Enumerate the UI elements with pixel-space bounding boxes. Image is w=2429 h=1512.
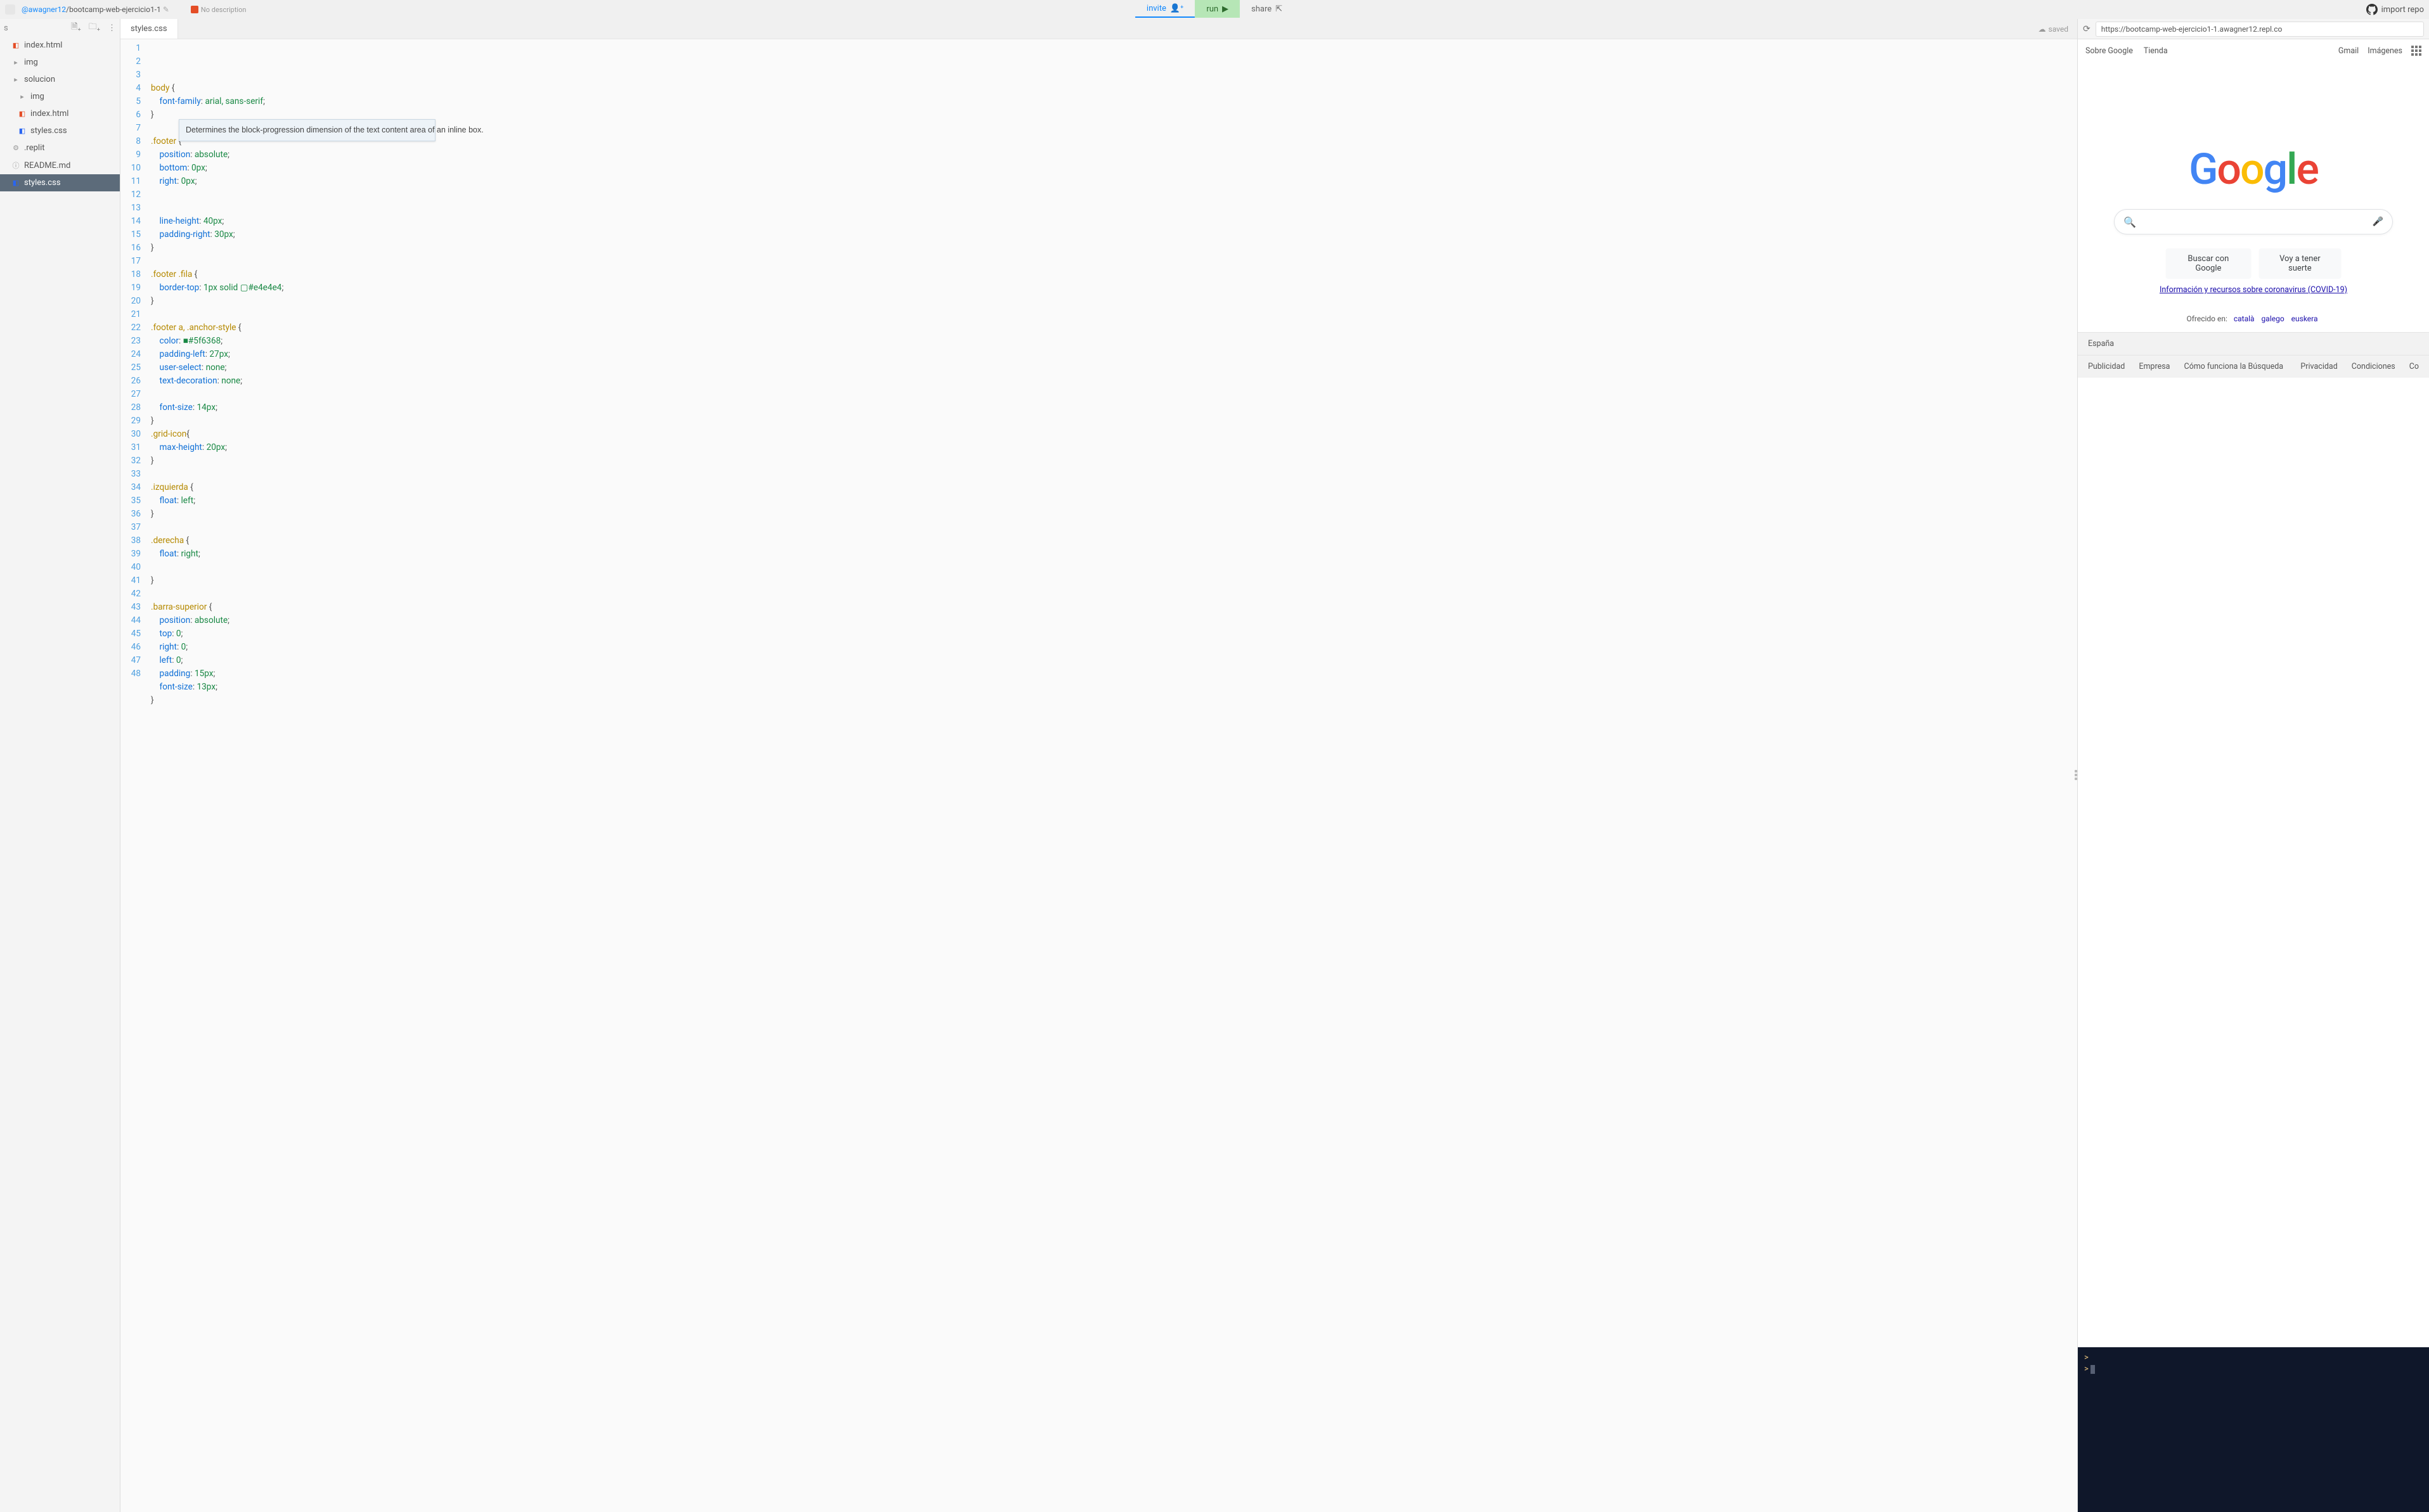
file-item[interactable]: ⓘREADME.md — [0, 157, 120, 174]
app-topbar: @awagner12/bootcamp-web-ejercicio1-1 ✎ N… — [0, 0, 2429, 19]
g-link-store[interactable]: Tienda — [2144, 46, 2168, 56]
footer-country: España — [2088, 339, 2114, 349]
add-user-icon: 👤⁺ — [1170, 4, 1183, 13]
lang-link[interactable]: euskera — [2291, 314, 2318, 323]
sidebar-head-label: s — [4, 23, 8, 33]
code-editor[interactable]: 1234567891011121314151617181920212223242… — [120, 39, 2077, 1512]
offered-languages: Ofrecido en: català galego euskera — [2078, 314, 2429, 323]
editor-pane: styles.css ☁ saved 123456789101112131415… — [120, 19, 2077, 1512]
file-label: index.html — [30, 109, 68, 119]
import-repo-button[interactable]: import repo — [2366, 4, 2424, 15]
file-label: styles.css — [24, 178, 61, 188]
file-label: README.md — [24, 161, 70, 170]
google-search-box[interactable]: 🔍 🎤 — [2114, 209, 2393, 234]
file-item[interactable]: ◧styles.css⋮ — [0, 174, 120, 191]
search-icon: 🔍 — [2123, 216, 2136, 228]
mic-icon[interactable]: 🎤 — [2373, 217, 2383, 227]
footer-link[interactable]: Empresa — [2139, 362, 2170, 371]
html-lang-icon — [191, 6, 198, 13]
footer-link[interactable]: Condiciones — [2352, 362, 2395, 371]
terminal[interactable]: > > — [2078, 1347, 2429, 1512]
footer-link[interactable]: Privacidad — [2300, 362, 2337, 371]
username-link[interactable]: @awagner12 — [22, 5, 66, 14]
editor-tab[interactable]: styles.css — [120, 19, 178, 39]
g-link-about[interactable]: Sobre Google — [2085, 46, 2133, 56]
footer-link[interactable]: Co — [2409, 362, 2419, 371]
reload-icon[interactable]: ⟳ — [2083, 24, 2091, 34]
terminal-prompt: > — [2084, 1364, 2089, 1374]
file-item[interactable]: ◧index.html — [0, 105, 120, 122]
share-icon: ⇱ — [1275, 4, 1282, 14]
lang-link[interactable]: català — [2234, 314, 2255, 323]
file-label: solucion — [24, 75, 55, 84]
file-item[interactable]: ◧styles.css — [0, 122, 120, 139]
preview-pane: ⟳ Sobre Google Tienda Gmail Imágenes Goo… — [2077, 19, 2429, 1512]
google-footer: España Publicidad Empresa Cómo funciona … — [2078, 332, 2429, 378]
footer-link[interactable]: Publicidad — [2088, 362, 2125, 371]
covid-info-link[interactable]: Información y recursos sobre coronavirus… — [2078, 285, 2429, 295]
file-item[interactable]: ▸solucion — [0, 71, 120, 88]
file-item[interactable]: ◧index.html — [0, 37, 120, 54]
invite-button[interactable]: invite 👤⁺ — [1135, 0, 1195, 18]
cloud-check-icon: ☁ — [2039, 25, 2046, 34]
file-label: .replit — [24, 143, 44, 153]
file-sidebar: s 🗎₊ 🗀₊ ⋮ ◧index.html▸img▸solucion▸img◧i… — [0, 19, 120, 1512]
github-icon — [2366, 4, 2378, 15]
css-hint-tooltip: Determines the block-progression dimensi… — [179, 119, 435, 141]
file-label: index.html — [24, 41, 62, 50]
sidebar-menu-icon[interactable]: ⋮ — [108, 23, 116, 33]
g-link-gmail[interactable]: Gmail — [2338, 46, 2359, 56]
terminal-cursor — [2091, 1365, 2095, 1374]
project-name: /bootcamp-web-ejercicio1-1 — [66, 5, 161, 14]
footer-link[interactable]: Cómo funciona la Búsqueda — [2184, 362, 2283, 371]
g-link-images[interactable]: Imágenes — [2368, 46, 2402, 56]
terminal-prompt: > — [2084, 1353, 2089, 1362]
file-label: img — [24, 58, 38, 67]
file-item[interactable]: ▸img — [0, 54, 120, 71]
lang-link[interactable]: galego — [2262, 314, 2284, 323]
lucky-button[interactable]: Voy a tener suerte — [2258, 248, 2341, 279]
search-button[interactable]: Buscar con Google — [2166, 248, 2252, 279]
file-item[interactable]: ▸img — [0, 88, 120, 105]
run-button[interactable]: run ▶ — [1195, 0, 1240, 18]
new-file-icon[interactable]: 🗎₊ — [71, 21, 81, 35]
play-icon: ▶ — [1222, 4, 1228, 14]
share-button[interactable]: share ⇱ — [1240, 0, 1294, 18]
browser-view: Sobre Google Tienda Gmail Imágenes Googl… — [2078, 39, 2429, 1347]
file-item[interactable]: ⚙.replit — [0, 139, 120, 157]
pencil-icon[interactable]: ✎ — [163, 5, 169, 14]
apps-grid-icon[interactable] — [2411, 46, 2421, 56]
file-label: img — [30, 92, 44, 101]
top-center-actions: invite 👤⁺ run ▶ share ⇱ — [1135, 0, 1294, 18]
url-input[interactable] — [2096, 22, 2424, 37]
file-label: styles.css — [30, 126, 67, 136]
saved-indicator: ☁ saved — [2030, 25, 2078, 34]
google-logo: Google — [2189, 144, 2318, 195]
project-description: No description — [191, 6, 247, 14]
avatar[interactable] — [5, 4, 15, 15]
new-folder-icon[interactable]: 🗀₊ — [89, 21, 100, 35]
